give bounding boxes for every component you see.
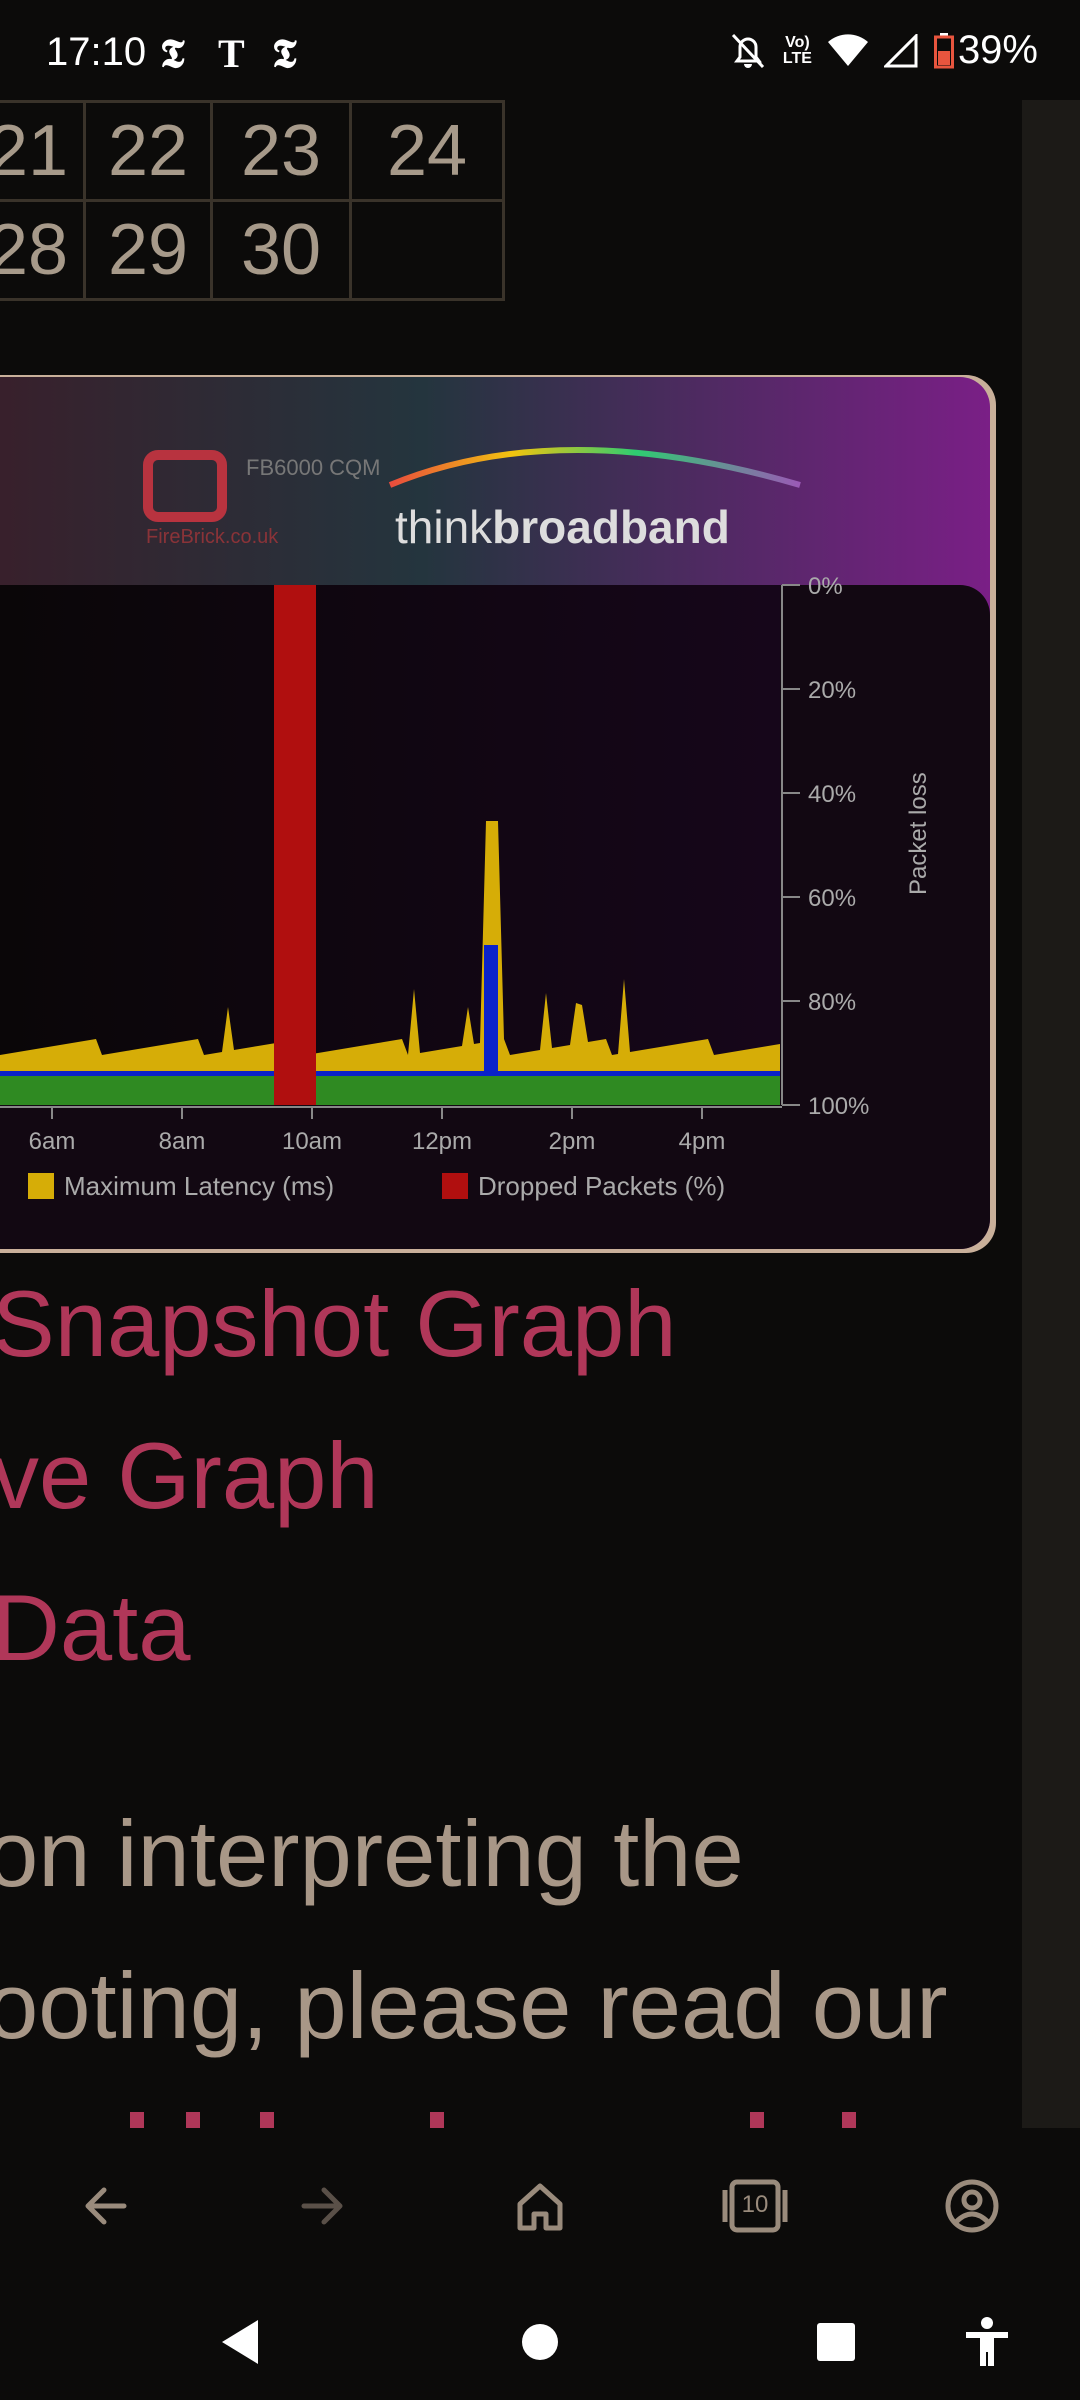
nyt-notification-icon: 𝕿: [160, 31, 185, 76]
x-tick-label: 4pm: [679, 1128, 726, 1155]
battery-indicator: 39%: [933, 28, 1038, 73]
calendar-day[interactable]: 22: [83, 100, 213, 202]
web-content[interactable]: 21 22 23 24 28 29 30 FB6000 CQM FireBric…: [0, 100, 1022, 2128]
dropped-packets-bar: [274, 585, 316, 1105]
status-bar: 17:10 𝕿 T 𝕿 Vo) LTE 39%: [0, 0, 1080, 100]
wifi-icon: [827, 33, 868, 66]
calendar-day[interactable]: 24: [349, 100, 505, 202]
browser-toolbar: 10: [0, 2128, 1080, 2276]
page-scrollbar[interactable]: [1022, 100, 1080, 2128]
svg-text:FireBrick.co.uk: FireBrick.co.uk: [146, 526, 279, 548]
paragraph-line: on interpreting the: [0, 1801, 744, 1906]
mute-bell-icon: [731, 33, 765, 68]
y-tick-label: 0%: [808, 573, 843, 600]
cell-signal-icon: [883, 33, 918, 67]
data-link[interactable]: Data: [0, 1574, 191, 1682]
account-icon[interactable]: [942, 2176, 1002, 2236]
x-tick-label: 8am: [159, 1128, 206, 1155]
calendar-table: 21 22 23 24 28 29 30: [0, 100, 505, 301]
calendar-day-empty: [349, 199, 505, 301]
x-tick-label: 2pm: [549, 1128, 596, 1155]
legend-drop-label: Dropped Packets (%): [478, 1171, 725, 1201]
y-tick-label: 20%: [808, 677, 856, 704]
forward-arrow-icon[interactable]: [292, 2176, 352, 2236]
paragraph-line: ooting, please read our: [0, 1953, 948, 2058]
calendar-row: 21 22 23 24: [0, 100, 505, 202]
system-back-icon[interactable]: [218, 2318, 262, 2366]
system-navigation-bar: [0, 2276, 1080, 2400]
y-tick-label: 80%: [808, 989, 856, 1016]
thinkbroadband-logo: thinkbroadband: [395, 501, 730, 553]
calendar-day[interactable]: 29: [83, 199, 213, 301]
volte-icon: Vo) LTE: [782, 33, 812, 67]
calendar-row: 28 29 30: [0, 199, 505, 301]
battery-icon: [933, 32, 954, 68]
y-tick-label: 60%: [808, 885, 856, 912]
calendar-day[interactable]: 30: [210, 199, 352, 301]
y-tick-label: 100%: [808, 1093, 869, 1120]
y-axis-label: Packet loss: [905, 772, 932, 895]
legend-latency-label: Maximum Latency (ms): [64, 1171, 334, 1201]
legend-latency-swatch: [28, 1173, 54, 1199]
calendar-day[interactable]: 21: [0, 100, 86, 202]
plot-area: [0, 585, 780, 1105]
calendar-day[interactable]: 28: [0, 199, 86, 301]
x-tick-label: 10am: [282, 1128, 342, 1155]
snapshot-graph-link[interactable]: Snapshot Graph: [0, 1270, 677, 1378]
back-arrow-icon[interactable]: [76, 2176, 136, 2236]
x-tick-label: 12pm: [412, 1128, 472, 1155]
svg-text:FB6000 CQM: FB6000 CQM: [246, 455, 381, 480]
latency-spike: [484, 945, 498, 1071]
nyt-notification-icon-2: 𝕿: [272, 31, 297, 76]
battery-percent: 39%: [957, 28, 1038, 72]
times-notification-icon: T: [218, 31, 245, 76]
broadband-quality-graph[interactable]: FB6000 CQM FireBrick.co.uk thinkbroadban…: [0, 375, 996, 1253]
legend-drop-swatch: [442, 1173, 468, 1199]
clock: 17:10: [46, 30, 147, 74]
min-latency-band: [0, 1075, 780, 1105]
calendar-day[interactable]: 23: [210, 100, 352, 202]
accessibility-icon[interactable]: [962, 2316, 1012, 2368]
tabs-count: 10: [741, 2191, 769, 2218]
system-home-icon[interactable]: [520, 2322, 560, 2362]
cut-off-link-fragment[interactable]: [100, 2112, 880, 2128]
y-tick-label: 40%: [808, 781, 856, 808]
tabs-switcher-button[interactable]: 10: [722, 2176, 788, 2236]
live-graph-link[interactable]: ve Graph: [0, 1422, 379, 1530]
x-tick-label: 6am: [29, 1128, 76, 1155]
home-icon[interactable]: [510, 2176, 570, 2236]
system-recents-icon[interactable]: [816, 2322, 856, 2362]
